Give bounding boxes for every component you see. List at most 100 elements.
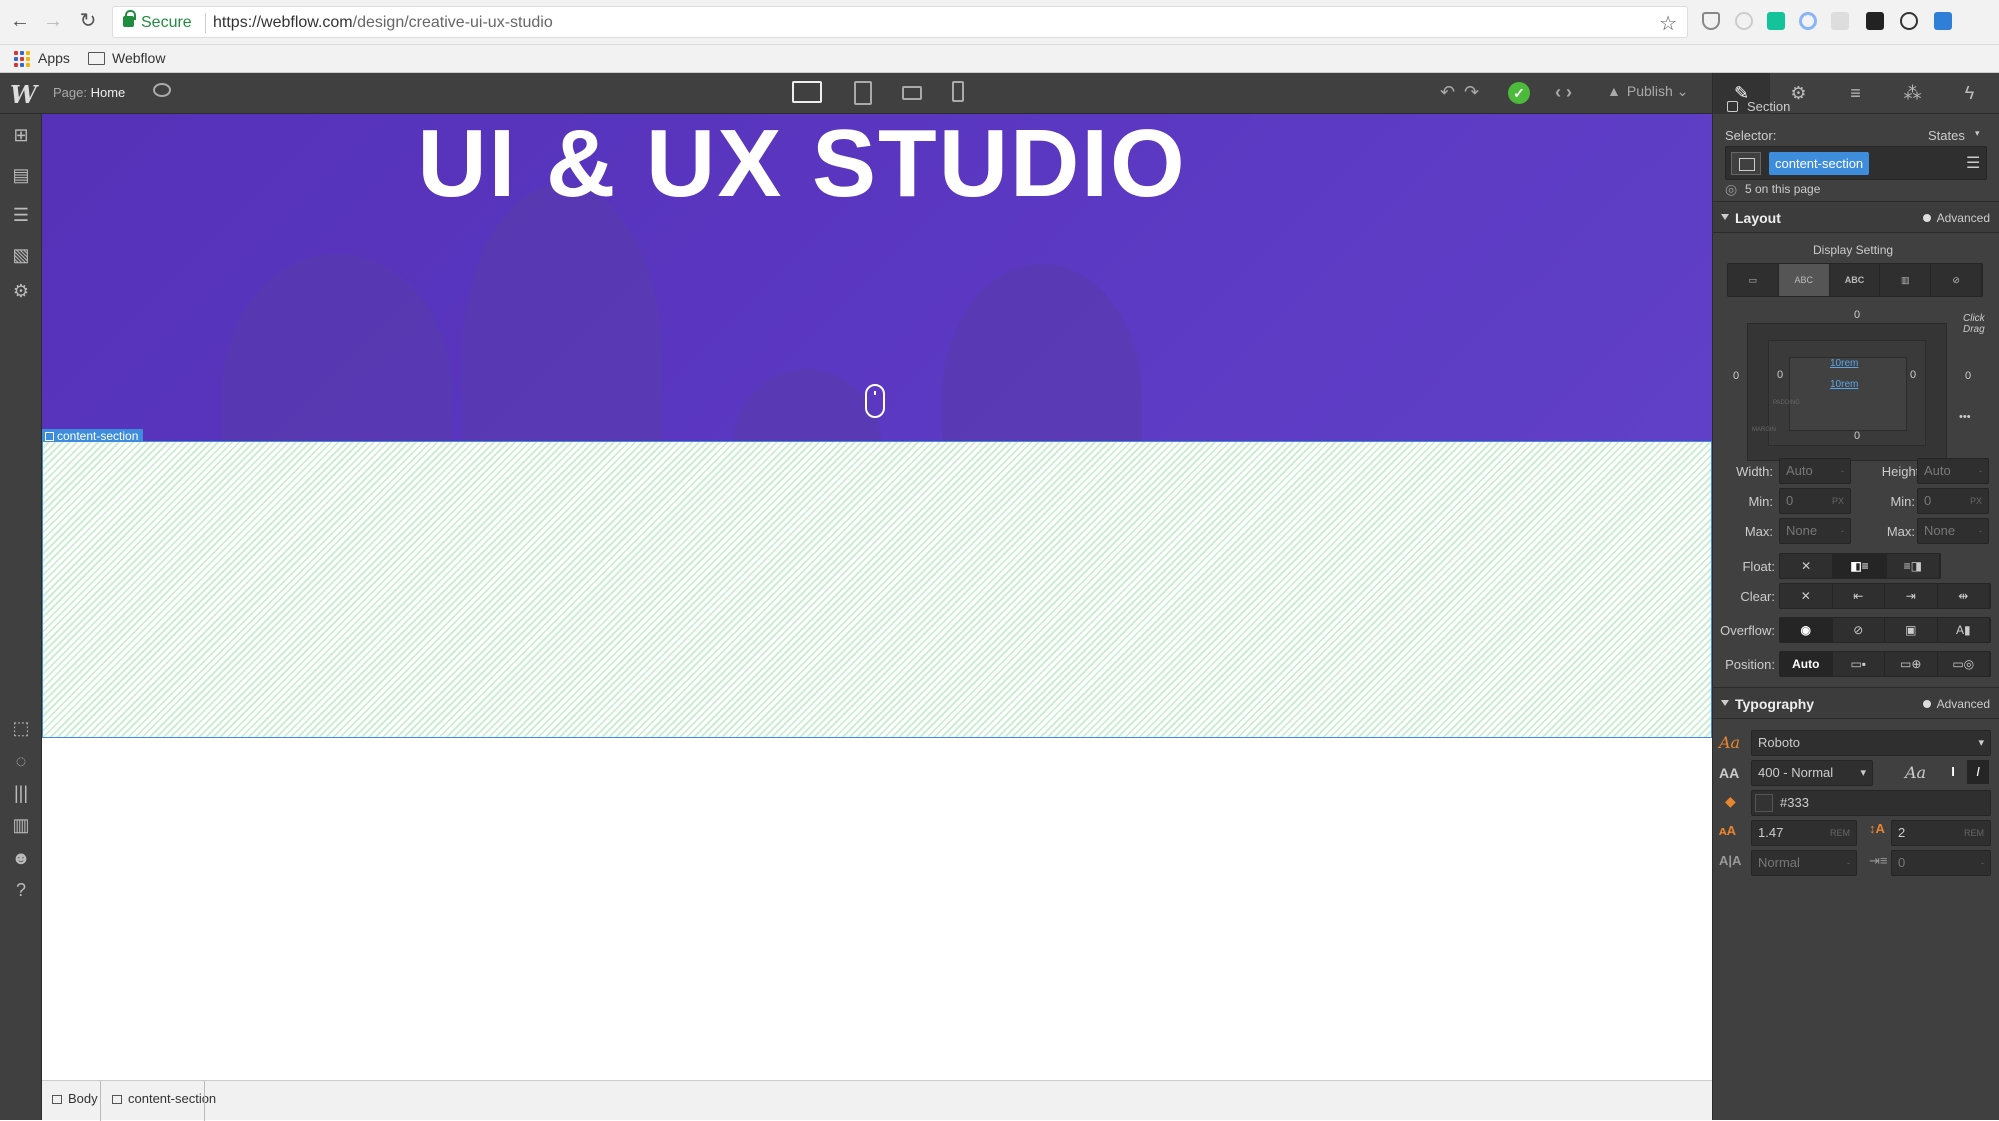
word-extension-icon[interactable]: [1934, 12, 1952, 30]
hero-title[interactable]: UI & UX STUDIO: [42, 114, 1712, 214]
extension-icon[interactable]: [1831, 12, 1849, 30]
padding-left-value[interactable]: 0: [1777, 369, 1783, 381]
typography-section-header[interactable]: Typography Advanced: [1713, 687, 1999, 719]
apps-icon[interactable]: [14, 51, 30, 67]
selector-class-chip[interactable]: content-section: [1769, 152, 1870, 175]
margin-top-value[interactable]: 0: [1854, 309, 1860, 321]
layout-section-header[interactable]: Layout Advanced: [1713, 201, 1999, 233]
overflow-hidden-icon[interactable]: ⊘: [1833, 618, 1885, 642]
reload-icon[interactable]: ↻: [77, 10, 99, 32]
padding-right-value[interactable]: 0: [1910, 369, 1916, 381]
team-icon[interactable]: ☻: [10, 847, 32, 869]
padding-bottom-value[interactable]: 10rem: [1830, 379, 1858, 390]
navigator-icon[interactable]: ≡: [1827, 73, 1884, 114]
desktop-view-icon[interactable]: [792, 81, 822, 103]
display-inline-block-button[interactable]: ABC: [1778, 264, 1830, 296]
info-extension-icon[interactable]: [1900, 12, 1918, 30]
address-bar[interactable]: Secure https://webflow.com/design/creati…: [112, 6, 1688, 38]
states-dropdown[interactable]: States: [1928, 128, 1965, 143]
extension-icon[interactable]: [1735, 12, 1753, 30]
padding-box[interactable]: 10rem 10rem 0 0 PADDING: [1768, 340, 1926, 446]
help-icon[interactable]: ?: [10, 879, 32, 901]
max-height-input[interactable]: None -: [1917, 518, 1989, 544]
layout-icon[interactable]: ▥: [10, 814, 32, 836]
overflow-auto-icon[interactable]: A▮: [1938, 618, 1990, 642]
margin-left-value[interactable]: 0: [1733, 370, 1739, 382]
clear-both-button[interactable]: ⇹: [1938, 584, 1990, 608]
font-color-input[interactable]: #333: [1751, 790, 1991, 816]
float-left-button[interactable]: ◧≡: [1833, 554, 1887, 578]
selector-menu-icon[interactable]: ☰: [1966, 153, 1980, 173]
page-selector[interactable]: Page: Home: [53, 85, 125, 100]
mobile-landscape-view-icon[interactable]: [902, 86, 922, 100]
pages-icon[interactable]: ▤: [10, 164, 32, 186]
font-size-input[interactable]: 1.47 REM: [1751, 820, 1857, 846]
font-color-swatch[interactable]: [1755, 794, 1773, 812]
cms-icon[interactable]: ☰: [10, 204, 32, 226]
clear-none-button[interactable]: ✕: [1780, 584, 1833, 608]
position-fixed-icon[interactable]: ▭◎: [1938, 652, 1990, 676]
max-width-input[interactable]: None -: [1779, 518, 1851, 544]
overflow-visible-icon[interactable]: ◉: [1780, 618, 1833, 642]
bookmark-apps[interactable]: Apps: [38, 50, 70, 66]
shield-extension-icon[interactable]: [1702, 12, 1720, 30]
display-none-button[interactable]: ⊘: [1931, 264, 1982, 296]
width-input[interactable]: Auto -: [1779, 458, 1851, 484]
min-height-input[interactable]: 0 PX: [1917, 488, 1989, 514]
content-section[interactable]: [42, 441, 1712, 738]
extension-icon[interactable]: [1866, 12, 1884, 30]
float-none-button[interactable]: ✕: [1780, 554, 1834, 578]
extension-icon[interactable]: [1799, 12, 1817, 30]
guides-icon[interactable]: |||: [10, 782, 32, 804]
margin-right-value[interactable]: 0: [1965, 370, 1971, 382]
clear-right-button[interactable]: ⇥: [1885, 584, 1938, 608]
forward-icon[interactable]: →: [42, 10, 64, 32]
display-flex-button[interactable]: ▥: [1880, 264, 1932, 296]
undo-icon[interactable]: ↶: [1440, 82, 1455, 103]
font-family-select[interactable]: Roboto ▾: [1751, 730, 1991, 756]
clear-left-button[interactable]: ⇤: [1833, 584, 1885, 608]
webflow-logo[interactable]: W: [10, 80, 37, 109]
code-export-icon[interactable]: ‹ ›: [1555, 82, 1572, 103]
mobile-portrait-view-icon[interactable]: [952, 81, 964, 102]
text-indent-input[interactable]: 0-: [1891, 850, 1991, 876]
layout-advanced-toggle[interactable]: Advanced: [1923, 211, 1990, 225]
preview-eye-icon[interactable]: [153, 83, 171, 97]
display-inline-button[interactable]: ABC: [1830, 264, 1881, 296]
min-width-input[interactable]: 0 PX: [1779, 488, 1851, 514]
add-panel-icon[interactable]: ⊞: [10, 124, 32, 146]
publish-button[interactable]: ▲ Publish ⌄: [1607, 83, 1688, 100]
position-absolute-icon[interactable]: ▭⊕: [1885, 652, 1938, 676]
tablet-view-icon[interactable]: [854, 81, 872, 105]
style-manager-icon[interactable]: ⁂: [1884, 73, 1941, 114]
typography-advanced-toggle[interactable]: Advanced: [1923, 697, 1990, 711]
letter-spacing-input[interactable]: Normal -: [1751, 850, 1857, 876]
states-chevron-icon[interactable]: ▾: [1975, 128, 1980, 139]
interactions-bolt-icon[interactable]: ϟ: [1941, 73, 1998, 114]
more-options-icon[interactable]: •••: [1959, 411, 1971, 423]
back-icon[interactable]: ←: [9, 10, 31, 32]
font-style-normal-icon[interactable]: I: [1942, 760, 1964, 784]
line-height-input[interactable]: 2 REM: [1891, 820, 1991, 846]
bookmark-star-icon[interactable]: ☆: [1659, 11, 1677, 36]
site-status-check-icon[interactable]: ✓: [1508, 82, 1530, 104]
position-relative-icon[interactable]: ▭▪: [1833, 652, 1885, 676]
overflow-scroll-icon[interactable]: ▣: [1885, 618, 1938, 642]
assets-icon[interactable]: ▧: [10, 244, 32, 266]
preview-toggle-icon[interactable]: ◌: [10, 750, 32, 772]
height-input[interactable]: Auto -: [1917, 458, 1989, 484]
padding-top-value[interactable]: 10rem: [1830, 358, 1858, 369]
design-canvas[interactable]: UI & UX STUDIO content-section: [42, 114, 1712, 1080]
display-block-button[interactable]: ▭: [1728, 264, 1779, 296]
selector-field[interactable]: content-section ☰: [1725, 146, 1987, 180]
grammarly-icon[interactable]: [1767, 12, 1785, 30]
redo-icon[interactable]: ↷: [1464, 82, 1479, 103]
margin-bottom-value[interactable]: 0: [1854, 430, 1860, 442]
settings-gear-icon[interactable]: ⚙: [10, 280, 32, 302]
font-style-italic-icon[interactable]: I: [1967, 760, 1989, 784]
position-auto-button[interactable]: Auto: [1780, 652, 1833, 676]
box-model-editor[interactable]: 10rem 10rem 0 0 PADDING MARGIN: [1747, 323, 1947, 461]
float-right-button[interactable]: ≡◨: [1887, 554, 1940, 578]
font-weight-select[interactable]: 400 - Normal ▾: [1751, 760, 1873, 786]
select-element-icon[interactable]: ⬚: [10, 717, 32, 739]
